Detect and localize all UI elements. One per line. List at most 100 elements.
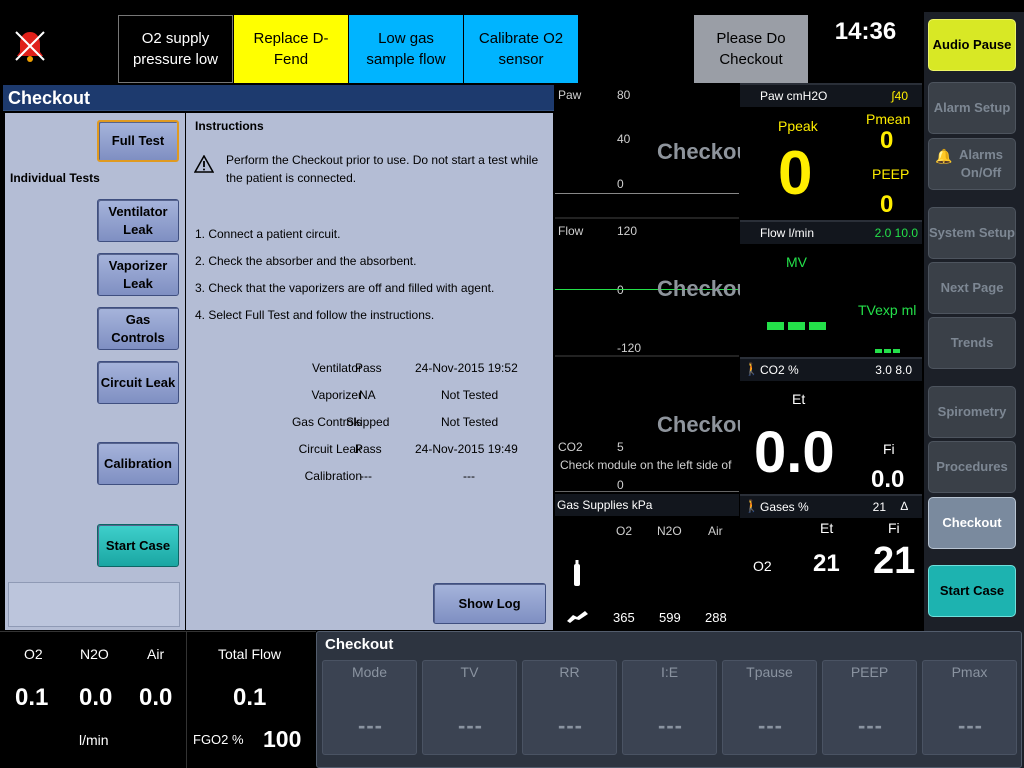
- ppeak-value: 0: [778, 139, 813, 208]
- full-test-button[interactable]: Full Test: [97, 120, 179, 162]
- paw-limit: ∫40: [891, 89, 908, 103]
- circuit-leak-button[interactable]: Circuit Leak: [97, 361, 179, 404]
- calibration-button[interactable]: Calibration: [97, 442, 179, 485]
- alarm-replace-dfend[interactable]: Replace D-Fend: [234, 15, 348, 83]
- instruction-step-4: 4. Select Full Test and follow the instr…: [195, 308, 435, 322]
- co2-wave-label: CO2: [558, 440, 583, 454]
- gas-supply-o2-value: 365: [613, 610, 635, 625]
- mv-value: [767, 317, 826, 335]
- table-row: Gas Controls Skipped Not Tested: [291, 415, 499, 429]
- system-setup-button[interactable]: System Setup: [928, 207, 1016, 259]
- checkout-button[interactable]: Checkout: [928, 497, 1016, 549]
- pmean-value: 0: [880, 127, 894, 154]
- start-case-side-button[interactable]: Start Case: [928, 565, 1016, 617]
- co2-scale-top: 5: [617, 440, 624, 454]
- spirometry-button[interactable]: Spirometry: [928, 386, 1016, 438]
- gas-o2-et-value: 21: [813, 550, 840, 577]
- co2-limit: 3.0 8.0: [875, 363, 912, 377]
- warning-icon: [193, 154, 215, 173]
- table-row: Calibration --- ---: [304, 469, 475, 483]
- gas-controls-button[interactable]: Gas Controls: [97, 307, 179, 350]
- gas-supply-air-label: Air: [708, 524, 723, 538]
- co2-scale-zero: 0: [617, 478, 624, 492]
- flow-scale-bottom: -120: [617, 341, 642, 355]
- next-page-button[interactable]: Next Page: [928, 262, 1016, 314]
- vent-setting-tpause[interactable]: Tpause ---: [722, 660, 817, 755]
- alarm-low-gas-sample[interactable]: Low gas sample flow: [349, 15, 463, 83]
- alarm-bell-small-icon: 🔔: [935, 148, 953, 164]
- checkout-window-title: Checkout: [3, 85, 554, 111]
- flow-wave-label: Flow: [558, 224, 584, 238]
- air-flow-value: 0.0: [139, 684, 173, 711]
- co2-module-message: Check module on the left side of: [560, 458, 732, 472]
- paw-parameter-panel[interactable]: Paw cmH2O ∫40 Ppeak 0 Pmean 0 PEEP 0: [740, 83, 922, 220]
- flow-scale-top: 120: [617, 224, 638, 238]
- co2-parameter-panel[interactable]: 🚶 CO2 % 3.0 8.0 Et 0.0 Fi 0.0: [740, 357, 922, 494]
- alarm-o2-supply[interactable]: O2 supply pressure low: [118, 15, 233, 83]
- paw-scale-mid: 40: [617, 132, 631, 146]
- vaporizer-leak-button[interactable]: Vaporizer Leak: [97, 253, 179, 296]
- ventilator-settings-panel: Checkout Mode --- TV --- RR --- I:E --- Tpau…: [316, 631, 1022, 768]
- patient-icon: 🚶: [744, 499, 759, 513]
- air-flow-label: Air: [147, 646, 165, 662]
- paw-scale-top: 80: [617, 88, 631, 102]
- instructions-panel: Instructions Perform the Checkout prior …: [186, 113, 553, 630]
- flow-param-header: Flow l/min 2.0 10.0: [740, 222, 922, 244]
- total-flow-label: Total Flow: [218, 646, 282, 662]
- vent-setting-ie[interactable]: I:E ---: [622, 660, 717, 755]
- alarm-calibrate-o2[interactable]: Calibrate O2 sensor: [464, 15, 578, 83]
- flow-unit: l/min: [79, 732, 109, 748]
- flow-parameter-panel[interactable]: Flow l/min 2.0 10.0 MV TVexp ml: [740, 220, 922, 357]
- vent-panel-title: Checkout: [325, 636, 394, 653]
- peep-label: PEEP: [872, 166, 910, 182]
- gases-fi-label: Fi: [888, 520, 900, 536]
- vent-setting-mode[interactable]: Mode ---: [322, 660, 417, 755]
- alarm-setup-button[interactable]: Alarm Setup: [928, 82, 1016, 134]
- o2-flow-label: O2: [24, 646, 43, 662]
- ventilator-leak-button[interactable]: Ventilator Leak: [97, 199, 179, 242]
- procedures-button[interactable]: Procedures: [928, 441, 1016, 493]
- peep-value: 0: [880, 191, 894, 218]
- start-case-button[interactable]: Start Case: [97, 524, 179, 567]
- alarm-bell-icon: [12, 28, 48, 64]
- instruction-step-3: 3. Check that the vaporizers are off and…: [195, 281, 495, 295]
- table-row: Ventilator Pass 24-Nov-2015 19:52: [311, 361, 518, 375]
- alarms-onoff-button[interactable]: 🔔 Alarms On/Off: [928, 138, 1016, 190]
- waveform-area: Paw 80 40 0 Checkout Flow 120 0 -120 Che…: [555, 83, 757, 631]
- gases-param-header: 🚶 Gases % 21 ∆: [740, 496, 922, 518]
- status-box: [8, 582, 180, 627]
- total-flow-value: 0.1: [233, 684, 267, 711]
- tvexp-label: TVexp ml: [858, 302, 917, 318]
- alarm-off-icon: ∆: [900, 499, 908, 513]
- vent-setting-peep[interactable]: PEEP ---: [822, 660, 917, 755]
- gas-cylinder-icon: [573, 560, 581, 587]
- paw-param-header: Paw cmH2O ∫40: [740, 85, 922, 107]
- show-log-button[interactable]: Show Log: [433, 583, 546, 624]
- gas-supply-n2o-value: 599: [659, 610, 681, 625]
- trends-button[interactable]: Trends: [928, 317, 1016, 369]
- flow-limit: 2.0 10.0: [874, 226, 918, 240]
- fgo2-label: FGO2 %: [193, 732, 244, 747]
- n2o-flow-label: N2O: [80, 646, 109, 662]
- mv-label: MV: [786, 254, 807, 270]
- checkout-test-list: Full Test Individual Tests Ventilator Le…: [5, 113, 185, 630]
- instructions-title: Instructions: [195, 119, 264, 133]
- gases-parameter-panel[interactable]: 🚶 Gases % 21 ∆ Et Fi O2 21 21: [740, 494, 922, 631]
- table-row: Vaporizer NA Not Tested: [311, 388, 499, 402]
- co2-fi-value: 0.0: [871, 466, 905, 493]
- patient-icon: 🚶: [744, 362, 759, 376]
- gas-supply-n2o-label: N2O: [657, 524, 682, 538]
- alarm-please-checkout[interactable]: Please Do Checkout: [694, 15, 808, 83]
- co2-fi-label: Fi: [883, 441, 895, 457]
- audio-pause-button[interactable]: Audio Pause: [928, 19, 1016, 71]
- wave-divider: [555, 217, 739, 219]
- vent-setting-tv[interactable]: TV ---: [422, 660, 517, 755]
- vent-setting-pmax[interactable]: Pmax ---: [922, 660, 1017, 755]
- individual-tests-heading: Individual Tests: [10, 171, 100, 185]
- instruction-step-2: 2. Check the absorber and the absorbent.: [195, 254, 417, 268]
- clock: 14:36: [834, 18, 897, 45]
- gases-limit: 21: [872, 500, 886, 514]
- co2-baseline: [555, 491, 739, 492]
- vent-setting-rr[interactable]: RR ---: [522, 660, 617, 755]
- gas-supplies-header: Gas Supplies kPa: [555, 494, 739, 516]
